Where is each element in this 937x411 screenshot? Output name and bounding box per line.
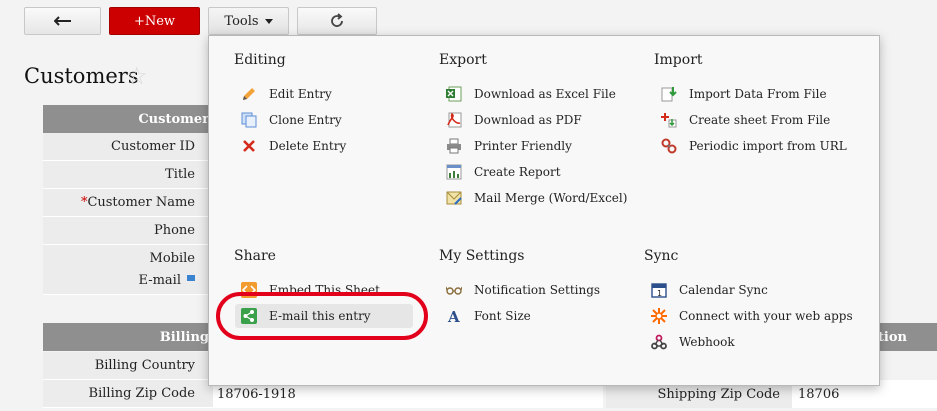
menu-item-label: Delete Entry <box>269 139 347 153</box>
field-label-billing-country: Billing Country <box>43 352 213 380</box>
menu-item-label: Printer Friendly <box>474 139 572 153</box>
import-file-icon <box>661 86 677 102</box>
field-label-text: E-mail <box>138 273 181 288</box>
menu-item-webhook[interactable]: Webhook <box>651 330 735 354</box>
menu-group-title-sync: Sync <box>644 248 679 264</box>
highlight-ring <box>216 292 428 340</box>
field-label-billing-zip: Billing Zip Code <box>43 380 213 408</box>
tools-button[interactable]: Tools <box>208 7 289 35</box>
back-button[interactable] <box>24 7 101 35</box>
menu-item-label: Webhook <box>679 335 735 349</box>
field-label-title: Title <box>43 161 213 189</box>
field-label-text: Customer Name <box>87 195 195 210</box>
menu-item-label: Clone Entry <box>269 113 342 127</box>
section-header-billing: Billing <box>43 323 213 351</box>
menu-item-label: Connect with your web apps <box>679 309 853 323</box>
delete-x-icon <box>241 138 257 154</box>
excel-icon <box>446 86 462 102</box>
svg-text:A: A <box>447 308 460 324</box>
menu-group-title-editing: Editing <box>234 52 286 68</box>
mail-icon[interactable] <box>187 274 195 281</box>
connect-icon <box>651 308 667 324</box>
menu-item-notification-settings[interactable]: Notification Settings <box>446 278 600 302</box>
menu-item-create-sheet[interactable]: Create sheet From File <box>661 108 830 132</box>
menu-item-label: Download as Excel File <box>474 87 616 101</box>
glasses-icon <box>446 282 462 298</box>
menu-group-title-my-settings: My Settings <box>439 248 525 264</box>
menu-group-title-import: Import <box>654 52 703 68</box>
section-header-customer: Customer <box>43 105 213 133</box>
menu-item-connect-web-apps[interactable]: Connect with your web apps <box>651 304 853 328</box>
page-title: Customers <box>24 64 139 88</box>
new-button[interactable]: +New <box>109 7 200 35</box>
favorite-star-icon[interactable]: ☆ <box>126 62 148 90</box>
menu-item-label: Font Size <box>474 309 531 323</box>
menu-group-title-share: Share <box>234 248 276 264</box>
menu-item-mail-merge[interactable]: Mail Merge (Word/Excel) <box>446 186 627 210</box>
printer-icon <box>446 138 462 154</box>
menu-group-title-export: Export <box>439 52 487 68</box>
mail-merge-icon <box>446 190 462 206</box>
menu-item-label: Periodic import from URL <box>689 139 847 153</box>
menu-item-create-report[interactable]: Create Report <box>446 160 561 184</box>
arrow-left-icon <box>53 16 71 26</box>
webhook-icon <box>651 334 667 350</box>
menu-item-label: Mail Merge (Word/Excel) <box>474 191 628 205</box>
menu-item-calendar-sync[interactable]: 1 Calendar Sync <box>651 278 768 302</box>
menu-item-label: Download as PDF <box>474 113 582 127</box>
menu-item-label: Calendar Sync <box>679 283 768 297</box>
menu-item-label: Create sheet From File <box>689 113 831 127</box>
svg-text:1: 1 <box>657 289 662 298</box>
menu-item-download-excel[interactable]: Download as Excel File <box>446 82 616 106</box>
menu-item-font-size[interactable]: A Font Size <box>446 304 531 328</box>
pdf-icon <box>446 112 462 128</box>
menu-item-periodic-import[interactable]: Periodic import from URL <box>661 134 847 158</box>
menu-item-edit-entry[interactable]: Edit Entry <box>241 82 332 106</box>
clone-icon <box>241 112 257 128</box>
refresh-icon <box>331 13 343 27</box>
menu-item-download-pdf[interactable]: Download as PDF <box>446 108 582 132</box>
field-label-customer-id: Customer ID <box>43 133 213 161</box>
caret-down-icon <box>264 18 273 24</box>
calendar-icon: 1 <box>651 282 667 298</box>
field-label-phone: Phone <box>43 217 213 245</box>
field-label-email: E-mail <box>43 267 213 295</box>
menu-item-printer-friendly[interactable]: Printer Friendly <box>446 134 572 158</box>
menu-item-import-data[interactable]: Import Data From File <box>661 82 827 106</box>
menu-item-clone-entry[interactable]: Clone Entry <box>241 108 342 132</box>
menu-item-label: Import Data From File <box>689 87 827 101</box>
report-icon <box>446 164 462 180</box>
new-button-label: +New <box>133 13 176 29</box>
menu-item-label: Create Report <box>474 165 561 179</box>
field-label-customer-name: * Customer Name <box>43 189 213 217</box>
link-icon <box>661 138 677 154</box>
font-size-icon: A <box>446 308 462 324</box>
pencil-icon <box>241 86 257 102</box>
menu-item-delete-entry[interactable]: Delete Entry <box>241 134 346 158</box>
create-sheet-icon <box>661 112 677 128</box>
refresh-button[interactable] <box>297 7 377 35</box>
menu-item-label: Edit Entry <box>269 87 332 101</box>
menu-item-label: Notification Settings <box>474 283 601 297</box>
tools-button-label: Tools <box>224 13 259 29</box>
